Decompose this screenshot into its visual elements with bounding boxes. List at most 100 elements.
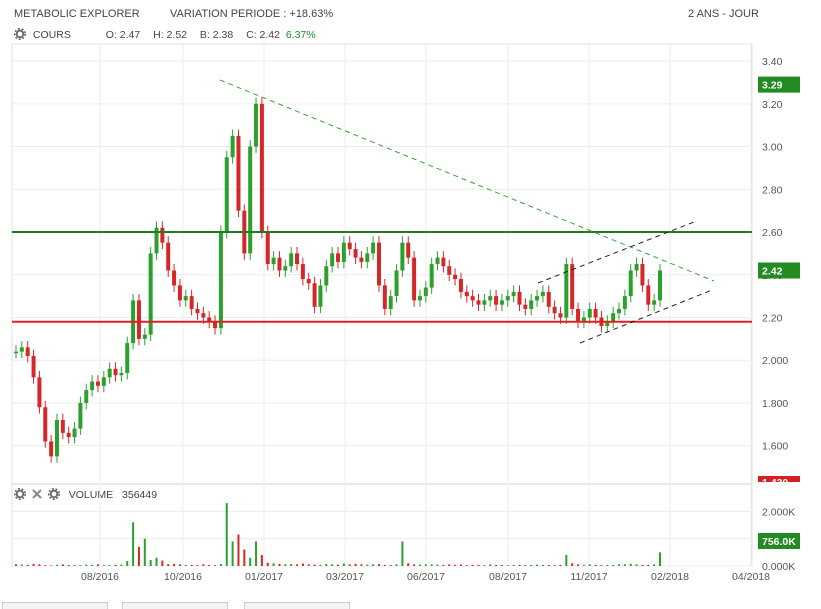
candle-body: [259, 103, 264, 233]
candle-body: [189, 296, 194, 309]
price-badge: [758, 262, 800, 279]
candle-body: [125, 343, 130, 374]
volume-bar: [73, 565, 76, 566]
volume-bar: [553, 565, 556, 566]
candle-body: [277, 257, 282, 271]
candle-body: [49, 441, 54, 457]
y-tick-label: 2.60: [762, 227, 783, 239]
volume-bar: [436, 564, 439, 566]
candle-body: [417, 296, 422, 301]
price-badge: [758, 76, 800, 93]
volume-bar: [442, 564, 445, 566]
trendline: [219, 79, 715, 282]
volume-bar: [108, 565, 111, 566]
candle-body: [546, 291, 551, 307]
remove-indicator-icon[interactable]: [31, 488, 43, 500]
candle-body: [382, 285, 387, 309]
price-chart[interactable]: 1.600 1.800 2.000 2.20 2.40 2.60 2.80 3.00 3.20 3…: [0, 0, 821, 608]
candle-body: [265, 232, 270, 265]
volume-bar: [26, 564, 29, 566]
candle-body: [148, 253, 153, 335]
volume-bar: [38, 564, 41, 566]
period-selector[interactable]: 2 ANS - JOUR: [688, 8, 759, 20]
x-tick-label: 02/2018: [651, 571, 689, 583]
volume-value: 356449: [122, 489, 158, 501]
volume-bar: [536, 564, 539, 566]
bottom-toolbar: [0, 600, 821, 609]
volume-bar: [659, 552, 661, 566]
volume-bar: [465, 565, 468, 566]
volume-bar: [249, 557, 252, 566]
candle-body: [482, 300, 487, 305]
volume-legend: VOLUME 356449: [14, 488, 157, 501]
candle-body: [511, 291, 516, 297]
candle-body: [341, 242, 346, 262]
low-badge-label: 1.430: [762, 477, 788, 489]
x-tick-label: 08/2016: [81, 571, 119, 583]
y-tick-label: 3.20: [762, 99, 783, 111]
volume-bar: [190, 564, 193, 566]
settings-icon[interactable]: [14, 28, 26, 40]
candle-body: [218, 232, 223, 329]
volume-bar: [541, 564, 544, 566]
x-tick-label: 11/2017: [570, 571, 607, 583]
candle-body: [517, 291, 522, 305]
candle-body: [201, 313, 206, 318]
price-series: [14, 97, 662, 463]
candle-body: [43, 407, 48, 442]
candle-body: [540, 291, 545, 297]
volume-badge: [758, 533, 800, 549]
candle-body: [558, 313, 563, 318]
volume-badge-label: 756.0K: [762, 536, 796, 548]
volume-bar: [483, 565, 486, 566]
volume-bar: [430, 564, 433, 566]
volume-bar: [407, 563, 410, 566]
volume-bar: [67, 564, 70, 566]
candle-body: [599, 317, 604, 327]
volume-bar: [161, 560, 164, 566]
candle-body: [54, 420, 59, 457]
volume-bar: [202, 564, 205, 566]
volume-bar: [219, 564, 222, 566]
y-tick-label: 3.40: [762, 56, 783, 68]
channel-upper: [537, 221, 695, 284]
volume-bar: [559, 564, 562, 566]
candle-body: [101, 377, 106, 386]
candle-body: [242, 210, 247, 254]
y-tick-label: 1.800: [762, 398, 788, 410]
candle-body: [581, 317, 586, 322]
low-value: B: 2.38: [199, 29, 234, 41]
candle-body: [658, 270, 662, 301]
candle-body: [90, 381, 95, 391]
volume-bar: [313, 564, 316, 566]
indicator-settings-icon[interactable]: [47, 488, 60, 500]
volume-bar: [337, 564, 339, 566]
volume-bar: [571, 563, 574, 566]
candle-body: [611, 313, 616, 322]
volume-axis: 2.000K 0.000K 756.0K: [758, 506, 800, 573]
volume-bar: [20, 564, 23, 566]
volume-bar: [377, 564, 380, 566]
candle-body: [365, 253, 370, 262]
candle-body: [376, 242, 381, 286]
x-tick-label: 06/2017: [407, 571, 445, 583]
y-tick-label: 1.600: [762, 441, 788, 453]
candle-body: [37, 377, 42, 408]
settings-icon[interactable]: [14, 488, 26, 500]
candle-body: [131, 300, 136, 344]
x-tick-label: 10/2016: [164, 571, 202, 583]
volume-bar: [459, 564, 462, 566]
candle-body: [605, 321, 610, 327]
volume-bar: [424, 564, 427, 566]
candle-body: [107, 368, 112, 378]
volume-bar: [606, 564, 609, 566]
candle-body: [570, 264, 575, 309]
candle-body: [254, 103, 259, 147]
series-label: COURS: [32, 29, 71, 41]
candle-body: [300, 264, 305, 280]
x-tick-label: 03/2017: [326, 571, 364, 583]
y-tick-label: 2.40: [762, 270, 783, 282]
candle-body: [154, 227, 159, 254]
vol-tick-label: 2.000K: [762, 506, 795, 518]
volume-bar: [178, 564, 181, 566]
